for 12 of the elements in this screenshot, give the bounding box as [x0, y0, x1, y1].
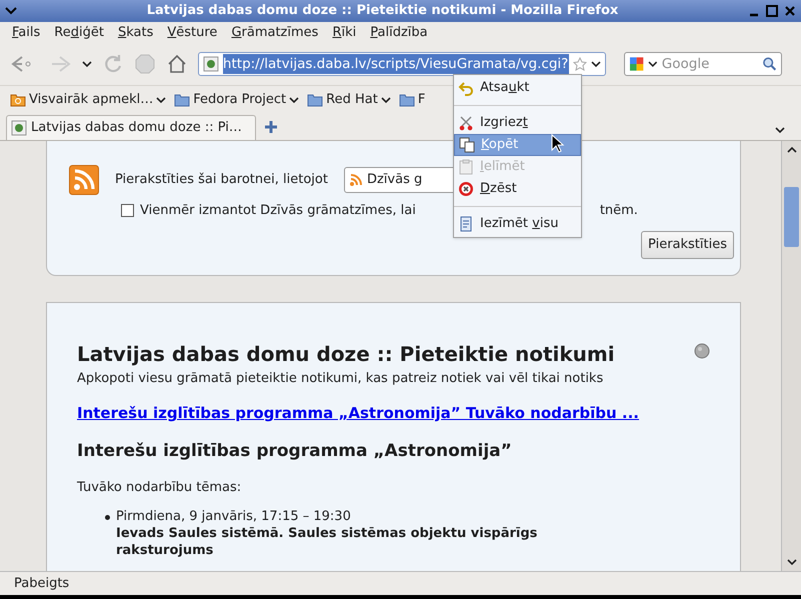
event-topic: Ievads Saules sistēmā. Saules sistēmas objektu vispārīgs raksturojums — [116, 524, 538, 558]
checkbox-label: tnēm. — [600, 202, 638, 220]
intro-text: Tuvāko nodarbību tēmas: — [77, 479, 242, 497]
page-subtitle: Apkopoti viesu grāmatā pieteiktie notikumi, kas patreiz notiek vai vēl tikai notiks — [77, 370, 604, 388]
event-date: Pirmdiena, 9 janvāris, 17:15 – 19:30 — [116, 508, 352, 524]
status-text: Pabeigts — [14, 574, 70, 593]
section-heading: Interešu izglītības programma „Astronomija” — [77, 440, 513, 462]
checkbox-label: Vienmēr izmantot Dzīvās grāmatzīmes, lai — [140, 202, 416, 220]
window-title: Latvijas dabas domu doze :: Pieteiktie notikumi - Mozilla Firefox — [146, 2, 620, 20]
subscribe-text: Pierakstīties šai barotnei, lietojot — [115, 171, 328, 190]
page-title: Latvijas dabas domu doze :: Pieteiktie notikumi — [77, 340, 615, 366]
url-text: http://latvijas.daba.lv/scripts/ViesuGramata/vg.cgi? — [222, 54, 570, 74]
